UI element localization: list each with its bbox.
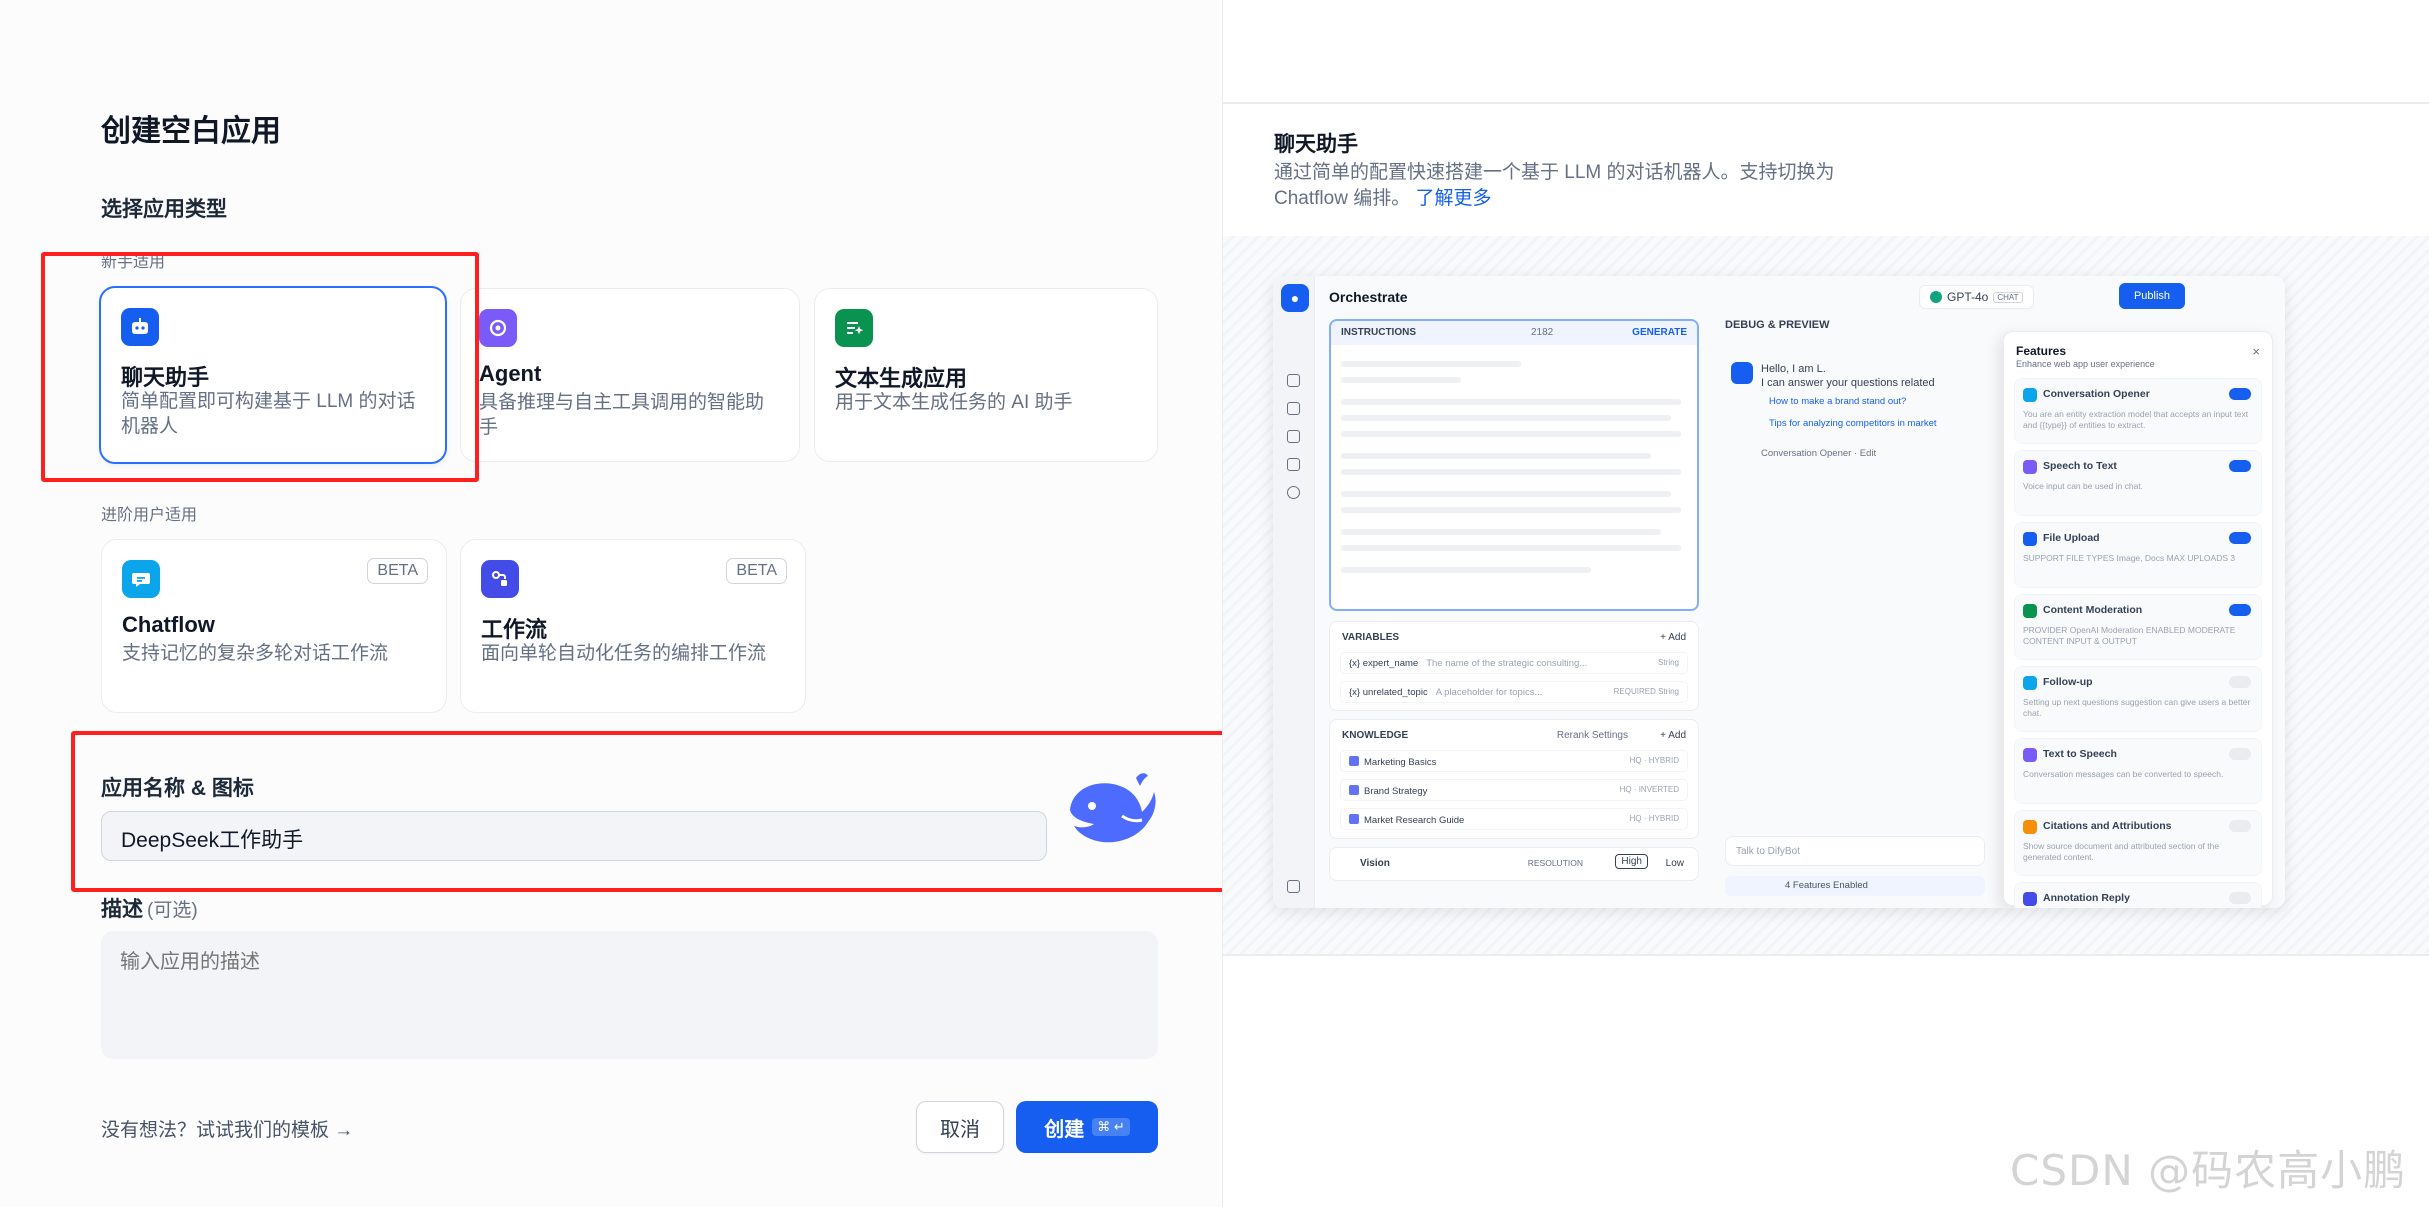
card-title: Chatflow: [122, 612, 215, 637]
annotation-icon: [1287, 458, 1300, 471]
csdn-watermark: CSDN @码农高小鹏: [2010, 1146, 2407, 1195]
mock-publish-button: Publish: [2119, 283, 2185, 309]
mock-suggestion: How to make a brand stand out?: [1769, 396, 1907, 407]
agent-icon: [479, 309, 517, 347]
advanced-group-label: 进阶用户适用: [101, 507, 198, 524]
preview-screenshot: ● Orchestrate GPT-4o CHAT Publish INSTRU…: [1273, 276, 2285, 908]
mock-features-enabled: 4 Features Enabled: [1725, 876, 1985, 896]
optional-hint: (可选): [147, 900, 198, 921]
mock-feature-item: Follow-up Setting up next questions sugge…: [2014, 666, 2262, 732]
mock-chat-input: Talk to DifyBot: [1725, 836, 1985, 866]
divider: [1223, 954, 2429, 956]
monitor-icon: [1287, 486, 1300, 499]
openai-icon: [1930, 291, 1942, 303]
app-type-card-agent[interactable]: Agent 具备推理与自主工具调用的智能助手: [460, 288, 800, 462]
preview-title: 聊天助手: [1274, 133, 1358, 156]
mock-feature-item: Annotation Reply: [2014, 882, 2262, 908]
close-icon: ×: [2252, 344, 2260, 359]
card-desc: 具备推理与自主工具调用的智能助手: [479, 392, 765, 438]
chatflow-icon: [122, 560, 160, 598]
template-link[interactable]: 没有想法？试试我们的模板 →: [101, 1115, 353, 1142]
mock-debug-title: DEBUG & PREVIEW: [1725, 319, 1830, 331]
highlight-box-app-name: [71, 731, 1242, 892]
shortcut-hint: ⌘ ↵: [1092, 1118, 1130, 1136]
mock-feature-item: Speech to Text Voice input can be used in…: [2014, 450, 2262, 516]
mock-sidebar: ●: [1273, 276, 1315, 908]
collapse-icon: [1287, 880, 1300, 893]
cancel-button[interactable]: 取消: [916, 1101, 1004, 1153]
create-app-dialog: 创建空白应用 选择应用类型 新手适用 聊天助手 简单配置即可构建基于 LLM 的…: [0, 0, 1242, 1207]
mock-feature-item: Conversation Opener You are an entity ext…: [2014, 378, 2262, 444]
mock-title: Orchestrate: [1329, 289, 1408, 305]
card-title: 文本生成应用: [835, 366, 968, 391]
orchestrate-icon: [1287, 374, 1300, 387]
description-textarea[interactable]: [101, 931, 1158, 1059]
app-type-card-workflow[interactable]: BETA 工作流 面向单轮自动化任务的编排工作流: [460, 539, 806, 713]
card-title: Agent: [479, 361, 542, 386]
mock-vision-panel: Vision RESOLUTION High Low: [1329, 847, 1699, 881]
mock-model-selector: GPT-4o CHAT: [1919, 285, 2034, 309]
mock-opener: Conversation Opener · Edit: [1761, 448, 1877, 459]
create-button[interactable]: 创建 ⌘ ↵: [1016, 1101, 1158, 1153]
terminal-icon: [1287, 402, 1300, 415]
mock-feature-item: Content Moderation PROVIDER OpenAI Modera…: [2014, 594, 2262, 660]
card-desc: 面向单轮自动化任务的编排工作流: [481, 643, 767, 664]
app-type-preview-panel: 聊天助手 通过简单的配置快速搭建一个基于 LLM 的对话机器人。支持切换为 Ch…: [1222, 0, 2429, 1207]
mock-variables-panel: VARIABLES + Add {x} expert_name The name …: [1329, 621, 1699, 711]
mock-greeting: Hello, I am L. I can answer your question…: [1761, 363, 1935, 389]
app-type-card-chatflow[interactable]: BETA Chatflow 支持记忆的复杂多轮对话工作流: [101, 539, 447, 713]
card-title: 工作流: [481, 617, 548, 642]
preview-description: 通过简单的配置快速搭建一个基于 LLM 的对话机器人。支持切换为 Chatflo…: [1274, 162, 1835, 209]
create-button-label: 创建: [1044, 1118, 1085, 1141]
mock-features-panel: Features Enhance web app user experience…: [2003, 331, 2273, 908]
mock-suggestion: Tips for analyzing competitors in market: [1769, 418, 1937, 429]
card-desc: 用于文本生成任务的 AI 助手: [835, 392, 1073, 413]
learn-more-link[interactable]: 了解更多: [1415, 188, 1491, 209]
beta-badge: BETA: [726, 558, 787, 584]
description-label: 描述 (可选): [101, 898, 198, 921]
mock-feature-item: File Upload SUPPORT FILE TYPES Image, Doc…: [2014, 522, 2262, 588]
card-desc: 支持记忆的复杂多轮对话工作流: [122, 643, 389, 664]
mock-instructions-panel: INSTRUCTIONS 2182 GENERATE: [1329, 319, 1699, 611]
highlight-box-app-type: [41, 252, 479, 482]
mock-feature-item: Citations and Attributions Show source do…: [2014, 810, 2262, 876]
beta-badge: BETA: [367, 558, 428, 584]
bot-logo-icon: ●: [1281, 284, 1309, 312]
workflow-icon: [481, 560, 519, 598]
mock-bot-avatar: [1731, 362, 1753, 384]
app-type-section-label: 选择应用类型: [101, 198, 227, 221]
page-title: 创建空白应用: [101, 115, 281, 148]
mock-knowledge-panel: KNOWLEDGE Rerank Settings + Add Marketin…: [1329, 719, 1699, 839]
app-type-card-text-generation[interactable]: 文本生成应用 用于文本生成任务的 AI 助手: [814, 288, 1158, 462]
divider: [1223, 102, 2429, 104]
logs-icon: [1287, 430, 1300, 443]
text-generation-icon: [835, 309, 873, 347]
mock-feature-item: Text to Speech Conversation messages can …: [2014, 738, 2262, 804]
